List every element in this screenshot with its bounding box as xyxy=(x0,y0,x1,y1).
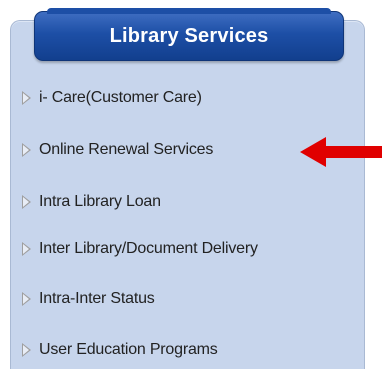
panel-header-tab: Library Services xyxy=(34,8,344,61)
triangle-right-icon xyxy=(22,195,31,209)
triangle-right-icon xyxy=(22,343,31,357)
menu-item-intra-inter-status[interactable]: Intra-Inter Status xyxy=(22,287,155,311)
menu-item-label: Intra-Inter Status xyxy=(39,290,155,307)
menu-item-i-care[interactable]: i- Care(Customer Care) xyxy=(22,86,202,110)
menu-item-online-renewal[interactable]: Online Renewal Services xyxy=(22,138,213,162)
red-left-arrow-icon xyxy=(300,137,382,167)
menu-item-inter-library-document-delivery[interactable]: Inter Library/Document Delivery xyxy=(22,237,258,261)
menu-item-intra-library-loan[interactable]: Intra Library Loan xyxy=(22,190,161,214)
triangle-right-icon xyxy=(22,292,31,306)
panel-title: Library Services xyxy=(109,24,269,47)
menu-item-user-education-programs[interactable]: User Education Programs xyxy=(22,338,218,362)
menu-item-label: Intra Library Loan xyxy=(39,193,161,210)
triangle-right-icon xyxy=(22,91,31,105)
triangle-right-icon xyxy=(22,242,31,256)
menu-item-label: i- Care(Customer Care) xyxy=(39,89,202,106)
menu-item-label: Inter Library/Document Delivery xyxy=(39,240,258,257)
triangle-right-icon xyxy=(22,143,31,157)
library-services-widget: Library Services i- Care(Customer Care) … xyxy=(0,0,382,369)
menu-item-label: Online Renewal Services xyxy=(39,141,214,158)
menu-item-label: User Education Programs xyxy=(39,341,218,358)
